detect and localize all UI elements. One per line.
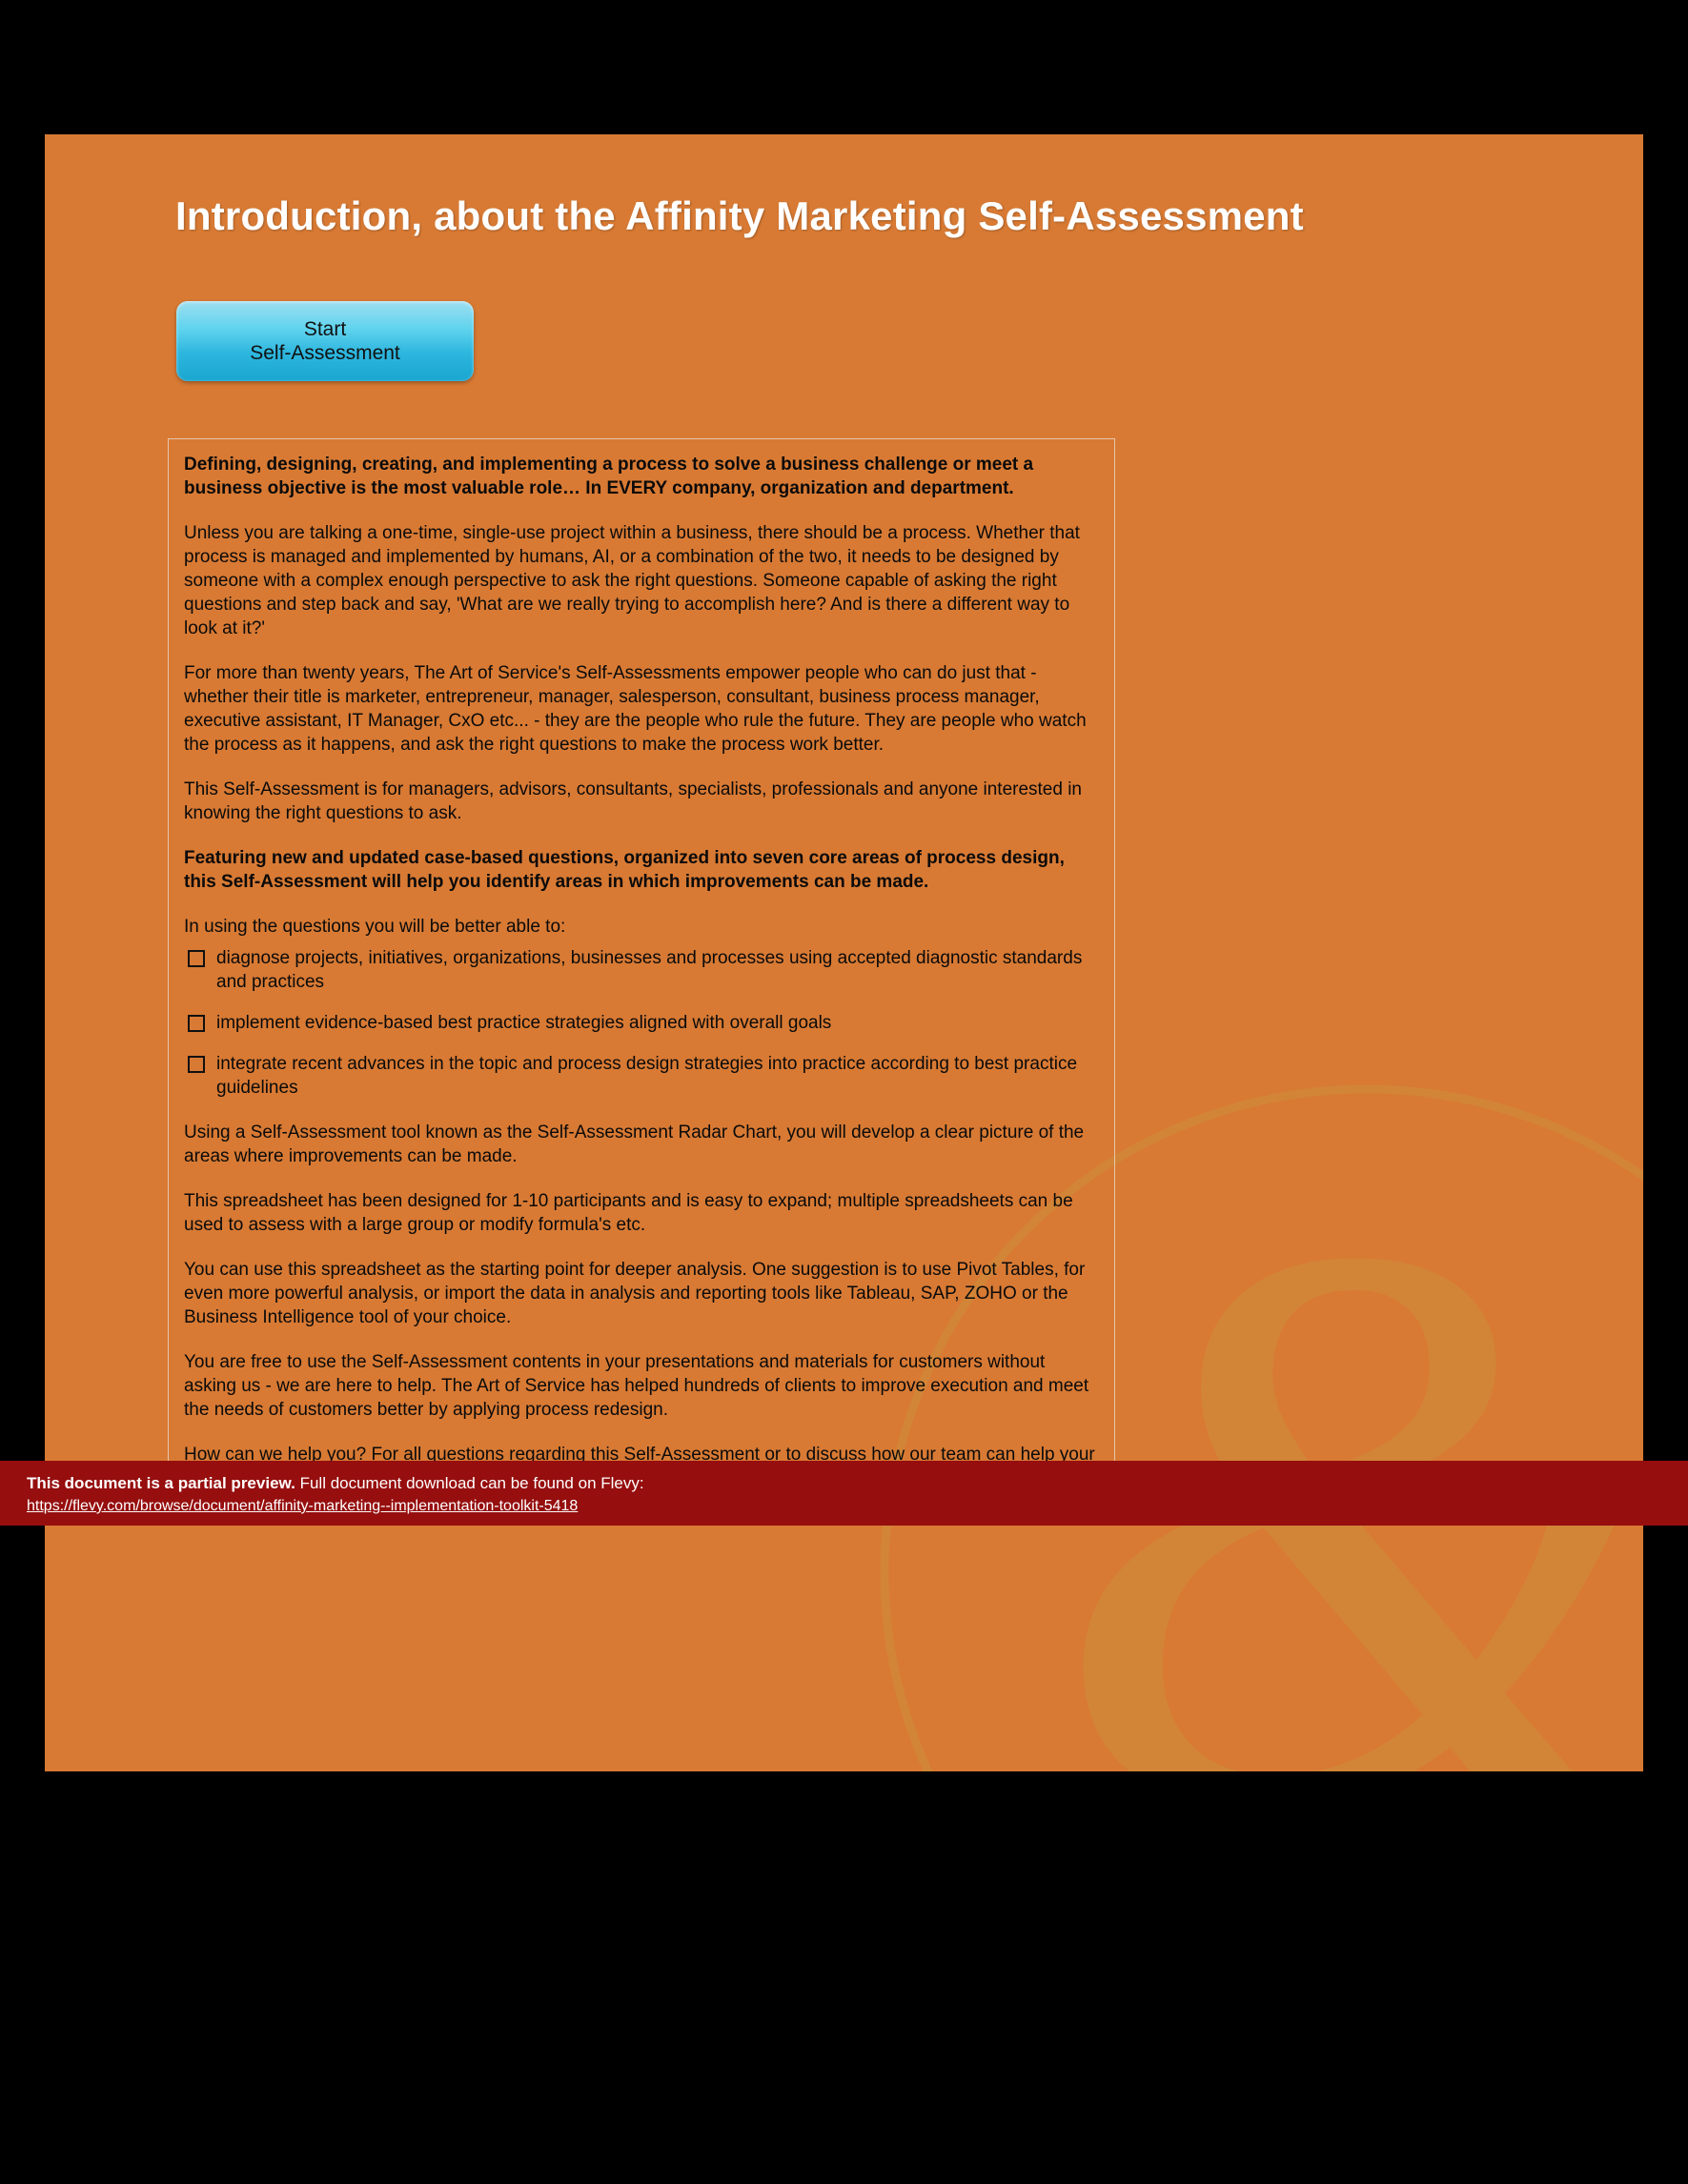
- intro-paragraph-8: This spreadsheet has been designed for 1…: [184, 1189, 1099, 1237]
- intro-paragraph-2: Unless you are talking a one-time, singl…: [184, 521, 1099, 640]
- intro-paragraph-5: Featuring new and updated case-based que…: [184, 846, 1099, 894]
- start-self-assessment-button[interactable]: Start Self-Assessment: [176, 301, 474, 381]
- banner-link[interactable]: https://flevy.com/browse/document/affini…: [27, 1496, 1661, 1517]
- list-item: integrate recent advances in the topic a…: [184, 1052, 1099, 1100]
- svg-text:&: &: [1048, 1073, 1643, 1771]
- banner-bold-text: This document is a partial preview.: [27, 1474, 295, 1492]
- intro-paragraph-9: You can use this spreadsheet as the star…: [184, 1258, 1099, 1329]
- intro-paragraph-7: Using a Self-Assessment tool known as th…: [184, 1121, 1099, 1168]
- start-button-line1: Start: [304, 317, 346, 341]
- intro-paragraph-3: For more than twenty years, The Art of S…: [184, 661, 1099, 757]
- document-page: & Introduction, about the Affinity Marke…: [45, 134, 1643, 1771]
- list-item: diagnose projects, initiatives, organiza…: [184, 946, 1099, 994]
- intro-paragraph-4: This Self-Assessment is for managers, ad…: [184, 778, 1099, 825]
- banner-rest-text: Full document download can be found on F…: [300, 1474, 644, 1492]
- benefits-list: diagnose projects, initiatives, organiza…: [184, 946, 1099, 1100]
- page-title: Introduction, about the Affinity Marketi…: [175, 193, 1304, 239]
- intro-content-box: Defining, designing, creating, and imple…: [168, 438, 1115, 1512]
- intro-paragraph-10: You are free to use the Self-Assessment …: [184, 1350, 1099, 1422]
- intro-paragraph-1: Defining, designing, creating, and imple…: [184, 453, 1099, 500]
- bullets-lead: In using the questions you will be bette…: [184, 915, 1099, 939]
- preview-banner: This document is a partial preview. Full…: [0, 1461, 1688, 1526]
- start-button-line2: Self-Assessment: [250, 341, 400, 365]
- list-item: implement evidence-based best practice s…: [184, 1011, 1099, 1035]
